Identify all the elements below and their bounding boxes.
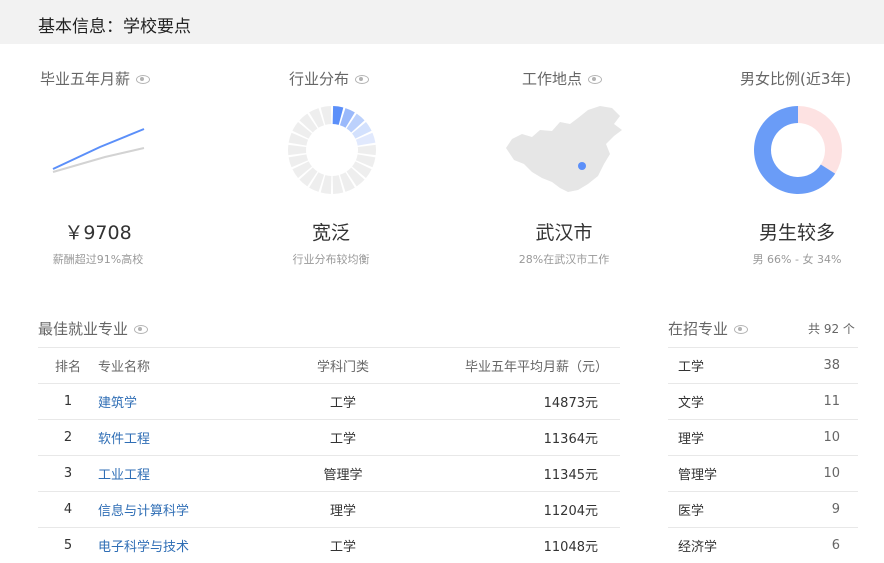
discipline-count: 11	[779, 384, 858, 420]
location-stat-title: 工作地点	[522, 70, 582, 88]
category-cell: 工学	[288, 420, 398, 456]
col-name: 专业名称	[98, 348, 288, 384]
discipline-name: 工学	[668, 348, 779, 384]
discipline-count: 10	[779, 420, 858, 456]
category-cell: 管理学	[288, 456, 398, 492]
discipline-name: 理学	[668, 420, 779, 456]
discipline-name: 经济学	[668, 528, 779, 563]
industry-stat-title: 行业分布	[289, 70, 349, 88]
gender-subtext: 男 66% - 女 34%	[707, 251, 884, 267]
gender-stat-title: 男女比例(近3年)	[740, 70, 851, 88]
best-majors-table: 排名 专业名称 学科门类 毕业五年平均月薪（元） 1 建筑学 工学 14873元…	[38, 347, 620, 563]
enrolling-title-row: 在招专业	[668, 318, 748, 339]
rank-cell: 4	[38, 492, 98, 528]
discipline-count: 10	[779, 456, 858, 492]
enrolling-total: 共 92 个	[808, 320, 855, 337]
eye-icon[interactable]	[734, 325, 748, 334]
gender-donut-icon	[752, 104, 844, 196]
major-link[interactable]: 工业工程	[98, 456, 288, 492]
table-row: 3 工业工程 管理学 11345元	[38, 456, 620, 492]
salary-value: ￥9708	[8, 218, 188, 245]
industry-stat-title-row: 行业分布	[289, 68, 369, 89]
major-link[interactable]: 信息与计算科学	[98, 492, 288, 528]
best-majors-title: 最佳就业专业	[38, 320, 128, 338]
industry-value: 宽泛	[241, 218, 421, 245]
table-row: 5 电子科学与技术 工学 11048元	[38, 528, 620, 563]
salary-stat-title: 毕业五年月薪	[40, 70, 130, 88]
list-item[interactable]: 工学 38	[668, 348, 858, 384]
female-share-arc	[798, 106, 842, 174]
industry-subtext: 行业分布较均衡	[241, 251, 421, 267]
salary-subtext: 薪酬超过91%高校	[8, 251, 188, 267]
salary-cell: 11048元	[398, 528, 620, 563]
eye-icon[interactable]	[355, 75, 369, 84]
discipline-count: 6	[779, 528, 858, 563]
col-category: 学科门类	[288, 348, 398, 384]
salary-stat-title-row: 毕业五年月薪	[40, 68, 150, 89]
discipline-name: 管理学	[668, 456, 779, 492]
discipline-count: 38	[779, 348, 858, 384]
list-item[interactable]: 经济学 6	[668, 528, 858, 563]
page-title: 基本信息：学校要点	[38, 12, 191, 37]
table-header-row: 排名 专业名称 学科门类 毕业五年平均月薪（元）	[38, 348, 620, 384]
col-rank: 排名	[38, 348, 98, 384]
list-item[interactable]: 文学 11	[668, 384, 858, 420]
location-value: 武汉市	[474, 218, 654, 245]
salary-cell: 11345元	[398, 456, 620, 492]
enrolling-title: 在招专业	[668, 320, 728, 338]
line-chart-icon	[50, 122, 150, 180]
location-subtext: 28%在武汉市工作	[474, 251, 654, 267]
ring-segment	[358, 145, 376, 155]
eye-icon[interactable]	[588, 75, 602, 84]
salary-cell: 11204元	[398, 492, 620, 528]
gender-value: 男生较多	[707, 218, 884, 245]
best-majors-title-row: 最佳就业专业	[38, 318, 148, 339]
enrolling-table: 工学 38 文学 11 理学 10 管理学 10 医学 9 经济学 6	[668, 347, 858, 563]
major-link[interactable]: 软件工程	[98, 420, 288, 456]
rank-cell: 1	[38, 384, 98, 420]
major-link[interactable]: 电子科学与技术	[98, 528, 288, 563]
category-cell: 理学	[288, 492, 398, 528]
category-cell: 工学	[288, 528, 398, 563]
ring-segment	[288, 145, 306, 155]
location-stat-title-row: 工作地点	[522, 68, 602, 89]
discipline-count: 9	[779, 492, 858, 528]
table-row: 2 软件工程 工学 11364元	[38, 420, 620, 456]
rank-cell: 2	[38, 420, 98, 456]
rank-cell: 3	[38, 456, 98, 492]
eye-icon[interactable]	[134, 325, 148, 334]
list-item[interactable]: 理学 10	[668, 420, 858, 456]
category-cell: 工学	[288, 384, 398, 420]
list-item[interactable]: 医学 9	[668, 492, 858, 528]
table-row: 1 建筑学 工学 14873元	[38, 384, 620, 420]
discipline-name: 文学	[668, 384, 779, 420]
major-link[interactable]: 建筑学	[98, 384, 288, 420]
salary-cell: 14873元	[398, 384, 620, 420]
china-map-icon	[502, 104, 626, 196]
discipline-name: 医学	[668, 492, 779, 528]
sector-ring-icon	[286, 104, 378, 196]
list-item[interactable]: 管理学 10	[668, 456, 858, 492]
rank-cell: 5	[38, 528, 98, 563]
table-row: 4 信息与计算科学 理学 11204元	[38, 492, 620, 528]
gender-stat-title-row: 男女比例(近3年)	[740, 68, 851, 89]
col-salary: 毕业五年平均月薪（元）	[398, 348, 620, 384]
eye-icon[interactable]	[136, 75, 150, 84]
salary-cell: 11364元	[398, 420, 620, 456]
